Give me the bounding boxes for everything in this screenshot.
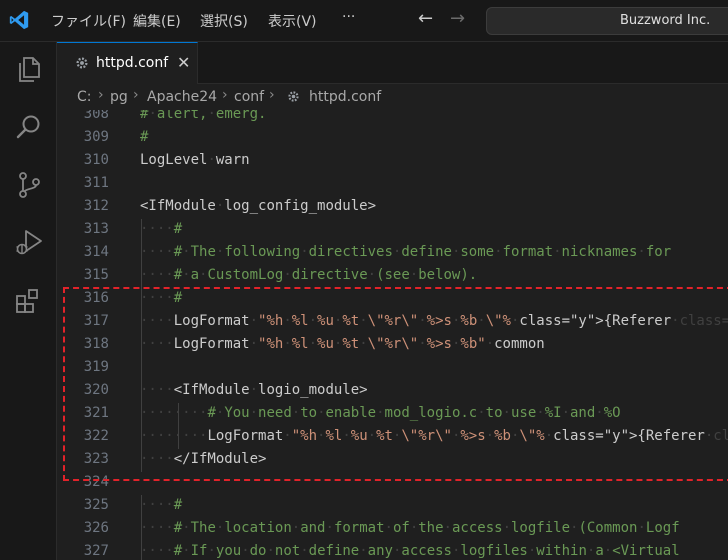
code-text: ····# <box>140 497 183 513</box>
back-arrow-icon[interactable]: ← <box>418 8 433 29</box>
code-text: ····#·If·you·do·not·define·any·access·lo… <box>140 543 680 559</box>
run-debug-icon[interactable] <box>14 227 44 257</box>
menu-view[interactable]: 表示(V) <box>268 11 317 31</box>
highlight-box <box>63 287 728 481</box>
tab-httpd-conf[interactable]: httpd.conf ✕ <box>57 42 198 84</box>
code-line[interactable]: 310 LogLevel·warn <box>57 150 728 173</box>
breadcrumb-item-httpd-conf[interactable]: httpd.conf <box>309 89 381 105</box>
code-line[interactable]: 326 ····#·The·location·and·format·of·the·… <box>57 518 728 541</box>
command-center-label: Buzzword Inc. <box>620 13 711 28</box>
breadcrumb-item-pg[interactable]: pg <box>110 89 128 105</box>
tab-label: httpd.conf <box>96 55 169 71</box>
code-line[interactable]: 309 # <box>57 127 728 150</box>
line-number: 308 <box>83 110 109 122</box>
code-text: ····# <box>140 221 183 237</box>
code-line[interactable]: 327 ····#·If·you·do·not·define·any·access… <box>57 541 728 560</box>
tab-bar: httpd.conf ✕ <box>57 42 728 84</box>
code-text: ····#·The·location·and·format·of·the·acc… <box>140 520 680 536</box>
line-number: 313 <box>83 221 109 237</box>
code-text: #·alert,·emerg. <box>140 110 267 122</box>
command-center[interactable]: Buzzword Inc. <box>486 7 728 35</box>
breadcrumb-item-conf[interactable]: conf <box>234 89 264 105</box>
menu-edit[interactable]: 編集(E) <box>133 11 181 31</box>
code-line[interactable]: 308 #·alert,·emerg. <box>57 110 728 127</box>
code-line[interactable]: 312 <IfModule·log_config_module> <box>57 196 728 219</box>
vscode-logo-icon[interactable] <box>8 9 30 31</box>
gear-icon <box>288 91 299 102</box>
chevron-right-icon: › <box>222 87 228 103</box>
close-icon[interactable]: ✕ <box>177 53 190 72</box>
forward-arrow-icon[interactable]: → <box>450 8 465 29</box>
activity-bar <box>0 42 57 560</box>
line-number: 309 <box>83 129 109 145</box>
menu-file[interactable]: ファイル(F) <box>51 11 126 31</box>
line-number: 311 <box>83 175 109 191</box>
extensions-icon[interactable] <box>14 285 44 315</box>
chevron-right-icon: › <box>133 87 139 103</box>
breadcrumb-item-drive[interactable]: C: <box>77 89 92 105</box>
code-line[interactable]: 325 ····# <box>57 495 728 518</box>
breadcrumb-item-apache24[interactable]: Apache24 <box>147 89 217 105</box>
code-line[interactable]: 313 ····# <box>57 219 728 242</box>
title-bar: ファイル(F) 編集(E) 選択(S) 表示(V) ··· ← → Buzzwo… <box>0 0 728 42</box>
line-number: 312 <box>83 198 109 214</box>
code-text: # <box>140 129 149 145</box>
code-text: ····#·The·following·directives·define·so… <box>140 244 672 260</box>
chevron-right-icon: › <box>269 87 275 103</box>
breadcrumb: C: › pg › Apache24 › conf › httpd.conf <box>57 84 728 110</box>
menu-more[interactable]: ··· <box>342 9 355 25</box>
source-control-icon[interactable] <box>14 170 44 200</box>
code-line[interactable]: 315 ····#·a·CustomLog·directive·(see·belo… <box>57 265 728 288</box>
line-number: 310 <box>83 152 109 168</box>
gear-icon <box>76 57 88 69</box>
explorer-icon[interactable] <box>14 54 44 84</box>
code-text: ····#·a·CustomLog·directive·(see·below). <box>140 267 478 283</box>
line-number: 327 <box>83 543 109 559</box>
line-number: 315 <box>83 267 109 283</box>
line-number: 314 <box>83 244 109 260</box>
code-text: <IfModule·log_config_module> <box>140 198 377 214</box>
search-icon[interactable] <box>14 112 44 142</box>
chevron-right-icon: › <box>98 87 104 103</box>
line-number: 325 <box>83 497 109 513</box>
code-text: LogLevel·warn <box>140 152 250 168</box>
line-number: 326 <box>83 520 109 536</box>
code-line[interactable]: 314 ····#·The·following·directives·define… <box>57 242 728 265</box>
code-line[interactable]: 311 <box>57 173 728 196</box>
menu-selection[interactable]: 選択(S) <box>200 11 248 31</box>
indent-guide <box>141 495 142 560</box>
